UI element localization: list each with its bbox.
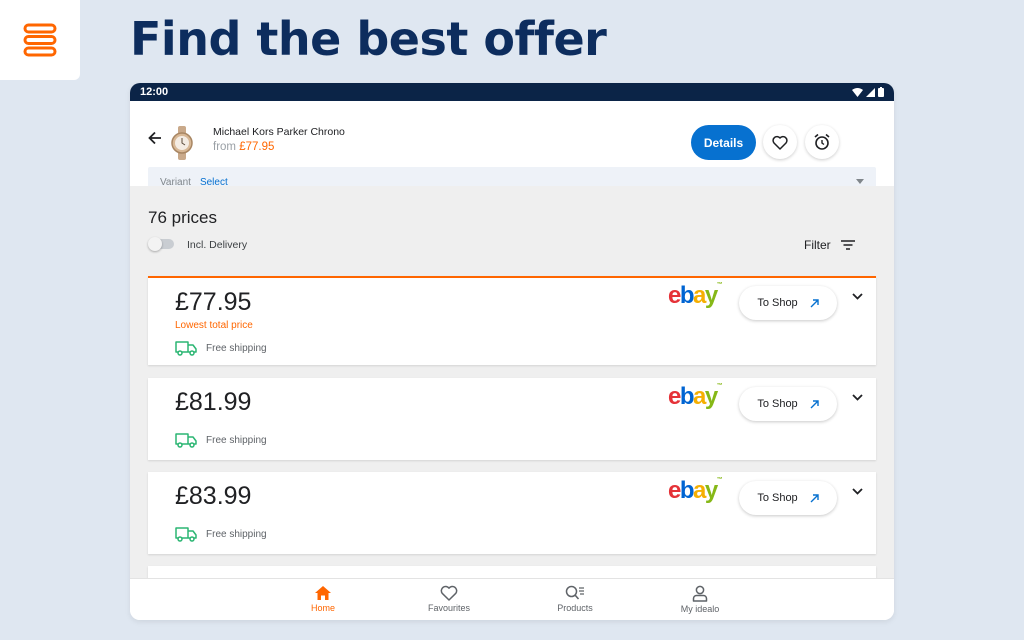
expand-chevron-icon[interactable] xyxy=(852,293,863,300)
shipping-info: Free shipping xyxy=(175,340,267,356)
toggle-knob xyxy=(148,237,162,251)
shop-logo-ebay: ebay™ xyxy=(668,282,723,309)
bottom-navigation: Home Favourites Products My idealo xyxy=(130,578,894,620)
details-button[interactable]: Details xyxy=(691,125,756,160)
nav-favourites-label: Favourites xyxy=(427,603,471,613)
offer-card-partial[interactable] xyxy=(148,566,876,578)
offer-card[interactable]: £81.99 Free shipping ebay™ To Shop xyxy=(148,378,876,460)
to-shop-label: To Shop xyxy=(757,297,798,309)
delivery-toggle-label: Incl. Delivery xyxy=(187,239,248,251)
signal-icon xyxy=(866,87,875,97)
nav-my-idealo-label: My idealo xyxy=(680,604,720,614)
favourite-button[interactable] xyxy=(763,125,797,159)
offer-price: £81.99 xyxy=(175,388,252,416)
hamburger-logo-icon xyxy=(23,23,57,57)
external-link-arrow-icon xyxy=(810,298,819,307)
alarm-clock-icon xyxy=(814,133,830,150)
filter-icon xyxy=(840,240,855,250)
delivery-toggle[interactable] xyxy=(148,237,174,251)
delivery-truck-icon xyxy=(175,341,197,356)
product-name: Michael Kors Parker Chrono xyxy=(213,126,345,138)
battery-icon xyxy=(878,87,884,97)
delivery-truck-icon xyxy=(175,433,197,448)
to-shop-button[interactable]: To Shop xyxy=(739,481,837,515)
product-price-line: from £77.95 xyxy=(213,141,274,153)
to-shop-label: To Shop xyxy=(757,398,798,410)
home-icon xyxy=(315,586,331,600)
status-time: 12:00 xyxy=(140,86,169,98)
menu-logo[interactable] xyxy=(0,0,80,80)
offer-card[interactable]: £77.95 Lowest total price Free shipping … xyxy=(148,276,876,365)
shipping-label: Free shipping xyxy=(206,342,267,354)
nav-home[interactable]: Home xyxy=(283,585,363,613)
to-shop-button[interactable]: To Shop xyxy=(739,286,837,320)
product-search-icon xyxy=(565,585,584,600)
nav-home-label: Home xyxy=(310,603,335,613)
status-bar: 12:00 xyxy=(130,83,894,101)
expand-chevron-icon[interactable] xyxy=(852,394,863,401)
shipping-info: Free shipping xyxy=(175,526,267,542)
offer-price: £77.95 xyxy=(175,288,252,316)
to-shop-label: To Shop xyxy=(757,492,798,504)
shipping-info: Free shipping xyxy=(175,432,267,448)
back-arrow-icon[interactable] xyxy=(148,131,162,150)
price-alert-button[interactable] xyxy=(805,125,839,159)
external-link-arrow-icon xyxy=(810,493,819,502)
dropdown-caret-icon xyxy=(856,179,864,184)
external-link-arrow-icon xyxy=(810,399,819,408)
status-icons xyxy=(852,87,884,97)
filter-label: Filter xyxy=(804,238,831,252)
nav-my-idealo[interactable]: My idealo xyxy=(660,585,740,614)
offer-price: £83.99 xyxy=(175,482,252,510)
offers-list: 76 prices Incl. Delivery Filter £77.95 L… xyxy=(130,186,894,578)
heart-icon xyxy=(772,135,788,150)
nav-favourites[interactable]: Favourites xyxy=(409,585,489,613)
device-screen: 12:00 Michael Kors Parker Chrono from £7… xyxy=(130,83,894,620)
filter-button[interactable]: Filter xyxy=(804,238,855,252)
shop-logo-ebay: ebay™ xyxy=(668,383,723,410)
user-icon xyxy=(692,585,708,602)
expand-chevron-icon[interactable] xyxy=(852,488,863,495)
product-app-bar: Michael Kors Parker Chrono from £77.95 D… xyxy=(130,101,894,198)
heart-icon xyxy=(440,585,458,601)
wifi-icon xyxy=(852,87,863,97)
prices-count: 76 prices xyxy=(148,208,217,227)
shipping-label: Free shipping xyxy=(206,434,267,446)
delivery-truck-icon xyxy=(175,527,197,542)
nav-products[interactable]: Products xyxy=(535,585,615,613)
shipping-label: Free shipping xyxy=(206,528,267,540)
offer-card[interactable]: £83.99 Free shipping ebay™ To Shop xyxy=(148,472,876,554)
to-shop-button[interactable]: To Shop xyxy=(739,387,837,421)
from-price: £77.95 xyxy=(239,141,275,153)
lowest-price-badge: Lowest total price xyxy=(175,320,253,331)
page-headline: Find the best offer xyxy=(130,12,607,66)
nav-products-label: Products xyxy=(557,603,593,613)
product-watch-image xyxy=(170,126,194,165)
shop-logo-ebay: ebay™ xyxy=(668,477,723,504)
from-label: from xyxy=(213,141,236,153)
